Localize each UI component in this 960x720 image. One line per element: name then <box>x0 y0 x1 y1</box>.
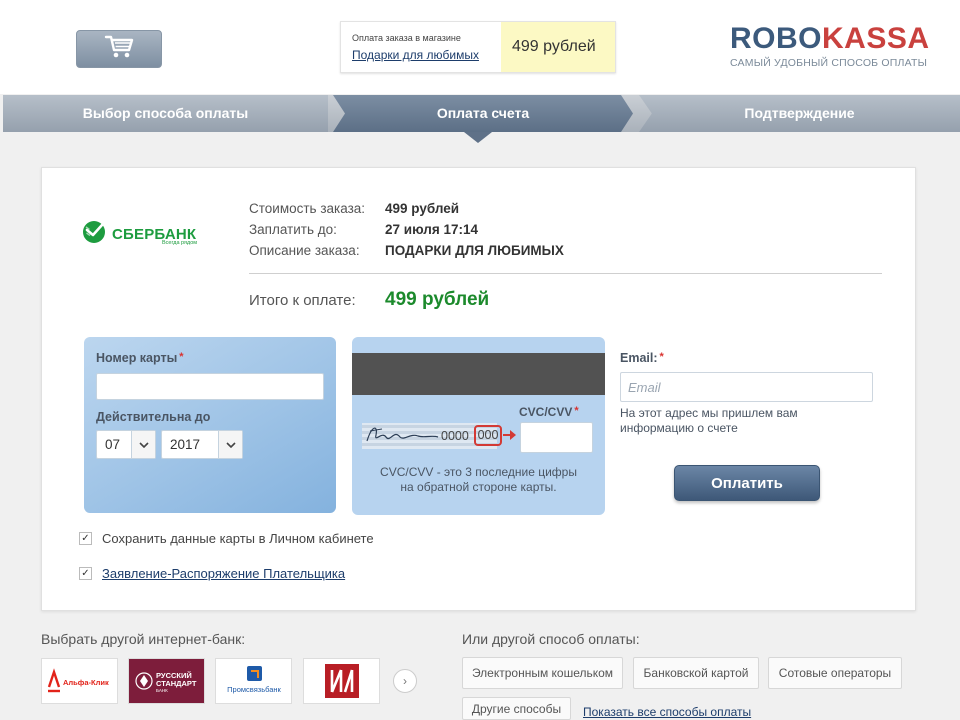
save-card-row: ✓ Сохранить данные карты в Личном кабине… <box>79 531 374 546</box>
card-back: 0000 000 CVC/CVV * CVC/CVV - это 3 послед… <box>352 337 605 515</box>
next-banks-button[interactable]: › <box>393 669 417 693</box>
logo-text: ROBOKASSA <box>730 24 930 54</box>
magnetic-stripe <box>352 353 605 395</box>
info-row-due: Заплатить до: 27 июля 17:14 <box>249 219 564 240</box>
logo-part-robo: ROBO <box>730 22 822 55</box>
expiry-label: Действительна до <box>96 410 211 424</box>
bank-promsvyazbank[interactable]: Промсвязьбанк <box>215 658 292 704</box>
info-row-cost: Стоимость заказа: 499 рублей <box>249 198 564 219</box>
order-price: 499 рублей <box>501 22 615 72</box>
payer-statement-checkbox[interactable]: ✓ <box>79 567 92 580</box>
email-label-text: Email: <box>620 351 658 365</box>
total-label: Итого к оплате: <box>249 291 356 309</box>
email-label: Email: * <box>620 351 664 365</box>
card-number-input[interactable] <box>96 373 324 400</box>
step-confirmation: Подтверждение <box>639 95 960 132</box>
info-value: 499 рублей <box>385 201 460 216</box>
payer-statement-row: ✓ Заявление-Распоряжение Плательщика <box>79 566 345 581</box>
info-label: Стоимость заказа: <box>249 201 366 216</box>
bank-emblem-icon <box>324 664 359 698</box>
order-details: Оплата заказа в магазине Подарки для люб… <box>341 22 501 72</box>
signature-icon <box>366 427 439 442</box>
method-mobile-operators-button[interactable]: Сотовые операторы <box>768 657 902 689</box>
order-caption: Оплата заказа в магазине <box>352 33 461 43</box>
info-value: ПОДАРКИ ДЛЯ ЛЮБИМЫХ <box>385 243 564 258</box>
alfa-label: Альфа-Клик <box>63 678 109 687</box>
step-pay-invoice: Оплата счета <box>333 95 633 132</box>
info-label: Описание заказа: <box>249 243 360 258</box>
other-banks-heading: Выбрать другой интернет-банк: <box>41 631 246 647</box>
chevron-down-icon <box>131 431 155 458</box>
progress-steps: Выбор способа оплаты Оплата счета Подтве… <box>3 95 960 132</box>
cvc-label-text: CVC/CVV <box>519 405 573 419</box>
active-step-pointer <box>464 132 492 143</box>
logo-part-kassa: KASSA <box>822 22 930 55</box>
other-methods-heading: Или другой способ оплаты: <box>462 631 640 647</box>
sberbank-emblem-icon <box>82 220 106 249</box>
email-note: На этот адрес мы пришлем вам информацию … <box>620 406 798 435</box>
required-mark: * <box>179 351 184 363</box>
arrow-head <box>510 430 516 440</box>
method-other-button[interactable]: Другие способы <box>462 697 571 720</box>
expiry-year-select[interactable]: 2017 <box>161 430 243 459</box>
bank-russian-standard[interactable]: РУССКИЙ СТАНДАРТ БАНК <box>128 658 205 704</box>
card-number-label: Номер карты * <box>96 351 184 365</box>
cvc-input[interactable] <box>520 422 593 453</box>
total-value: 499 рублей <box>385 289 490 310</box>
info-value: 27 июля 17:14 <box>385 222 478 237</box>
sberbank-logo: СБЕРБАНК Всегда рядом <box>82 220 198 249</box>
pay-button[interactable]: Оплатить <box>674 465 820 501</box>
method-bank-card-button[interactable]: Банковской картой <box>633 657 759 689</box>
order-info: Стоимость заказа: 499 рублей Заплатить д… <box>249 198 564 261</box>
robokassa-logo[interactable]: ROBOKASSA САМЫЙ УДОБНЫЙ СПОСОБ ОПЛАТЫ <box>730 24 930 70</box>
header: Оплата заказа в магазине Подарки для люб… <box>0 0 960 94</box>
chevron-down-icon <box>218 431 242 458</box>
show-all-methods-link[interactable]: Показать все способы оплаты <box>583 705 751 719</box>
psb-label: Промсвязьбанк <box>227 685 281 694</box>
total-row: Итого к оплате: 499 рублей <box>249 289 489 311</box>
required-mark: * <box>659 351 664 363</box>
cvc-hint-line-2: на обратной стороне карты. <box>400 480 557 494</box>
cvc-hint: CVC/CVV - это 3 последние цифры на обрат… <box>352 465 605 495</box>
expiry-year-value: 2017 <box>170 437 201 452</box>
method-e-wallet-button[interactable]: Электронным кошельком <box>462 657 623 689</box>
cvc-hint-line-1: CVC/CVV - это 3 последние цифры <box>380 465 577 479</box>
card-number-label-text: Номер карты <box>96 351 178 365</box>
card-digits: 0000 <box>441 429 469 443</box>
info-row-description: Описание заказа: ПОДАРКИ ДЛЯ ЛЮБИМЫХ <box>249 240 564 261</box>
bank-ural[interactable] <box>303 658 380 704</box>
russian-standard-logo: РУССКИЙ СТАНДАРТ БАНК <box>134 671 197 693</box>
save-card-checkbox[interactable]: ✓ <box>79 532 92 545</box>
cart-button[interactable] <box>76 30 162 68</box>
rs-line-2: СТАНДАРТ <box>156 679 197 688</box>
save-card-label: Сохранить данные карты в Личном кабинете <box>102 531 374 546</box>
cvc-label: CVC/CVV * <box>519 405 579 419</box>
email-input[interactable] <box>620 372 873 402</box>
payer-statement-link[interactable]: Заявление-Распоряжение Плательщика <box>102 566 345 581</box>
cvc-highlight: 000 <box>474 425 502 446</box>
shop-link[interactable]: Подарки для любимых <box>352 48 501 62</box>
divider <box>249 273 882 274</box>
bank-alfa-click[interactable]: Альфа-Клик <box>41 658 118 704</box>
info-label: Заплатить до: <box>249 222 337 237</box>
alfa-bank-logo: Альфа-Клик <box>47 668 109 693</box>
cart-icon <box>104 34 134 65</box>
step-choose-method[interactable]: Выбор способа оплаты <box>3 95 328 132</box>
logo-slogan: САМЫЙ УДОБНЫЙ СПОСОБ ОПЛАТЫ <box>730 57 928 69</box>
required-mark: * <box>574 405 579 417</box>
card-front: Номер карты * Действительна до 07 2017 <box>84 337 336 513</box>
rs-line-3: БАНК <box>156 688 168 693</box>
expiry-month-value: 07 <box>105 437 121 452</box>
payment-panel: СБЕРБАНК Всегда рядом Стоимость заказа: … <box>41 167 916 611</box>
psb-logo: Промсвязьбанк <box>227 666 281 694</box>
sberbank-tagline: Всегда рядом <box>162 240 198 246</box>
order-summary: Оплата заказа в магазине Подарки для люб… <box>340 21 616 73</box>
expiry-month-select[interactable]: 07 <box>96 430 156 459</box>
